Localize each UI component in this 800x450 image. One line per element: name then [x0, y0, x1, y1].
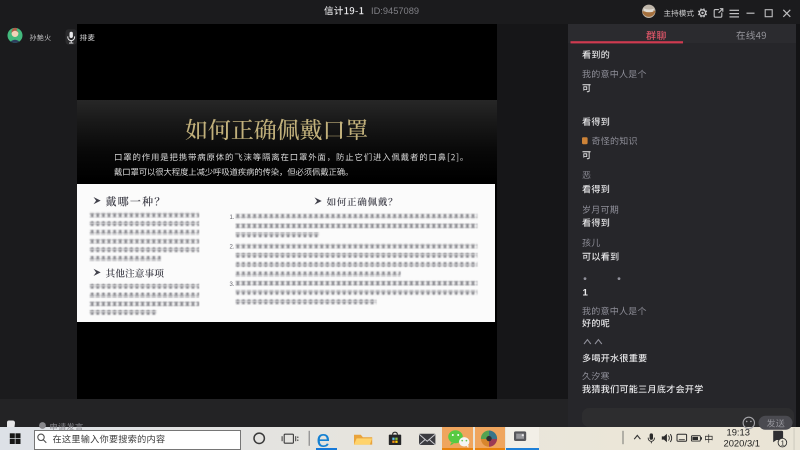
svg-text:1: 1	[583, 288, 589, 299]
svg-text:1.: 1.	[230, 215, 235, 221]
svg-text:e: e	[317, 426, 331, 450]
svg-text:19:13: 19:13	[727, 427, 750, 438]
svg-text:2020/3/1: 2020/3/1	[724, 437, 761, 448]
svg-text:1: 1	[781, 439, 785, 448]
svg-text:3.: 3.	[230, 282, 235, 288]
svg-text:ID:9457089: ID:9457089	[371, 6, 419, 16]
svg-text:2.: 2.	[230, 245, 235, 251]
